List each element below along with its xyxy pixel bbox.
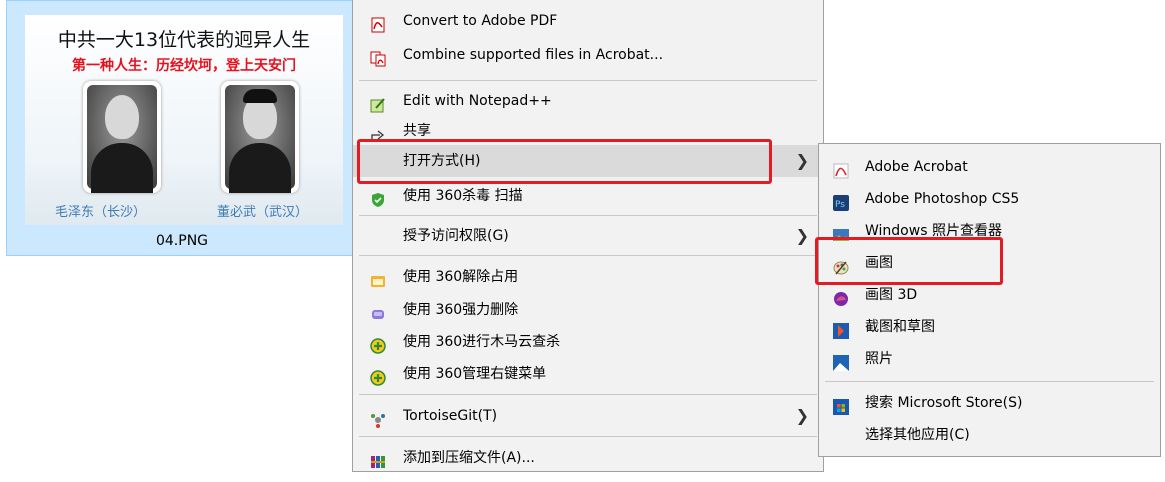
thumbnail-title: 中共一大13位代表的迥异人生 bbox=[57, 29, 311, 51]
menu-item-label: Edit with Notepad++ bbox=[403, 93, 552, 109]
submenu-item-photos[interactable]: 照片 bbox=[819, 343, 1160, 375]
thumbnail-subtitle: 第一种人生：历经坎坷，登上天安门 bbox=[72, 58, 296, 74]
svg-text:Ps: Ps bbox=[835, 200, 845, 210]
paint-3d-icon bbox=[833, 287, 849, 306]
portrait-left bbox=[83, 81, 161, 193]
menu-item-edit-notepad[interactable]: Edit with Notepad++ bbox=[353, 85, 823, 117]
menu-item-label: 使用 360管理右键菜单 bbox=[403, 366, 547, 382]
menu-item-convert-to-pdf[interactable]: Convert to Adobe PDF bbox=[353, 5, 823, 37]
thumbnail-caption-left: 毛泽东（长沙） bbox=[55, 205, 147, 220]
submenu-item-choose-other-app[interactable]: 选择其他应用(C) bbox=[819, 419, 1160, 451]
360-antivirus-icon bbox=[370, 188, 386, 207]
thumbnail-caption-right: 董必武（武汉） bbox=[217, 205, 309, 220]
photos-icon bbox=[833, 351, 849, 371]
menu-item-label: 使用 360强力删除 bbox=[403, 302, 519, 318]
submenu-item-label: 截图和草图 bbox=[865, 319, 935, 335]
chevron-right-icon: ❯ bbox=[795, 226, 809, 245]
menu-item-label: TortoiseGit(T) bbox=[403, 408, 498, 424]
menu-item-label: 使用 360进行木马云查杀 bbox=[403, 334, 561, 350]
file-item-04-png[interactable]: 中共一大13位代表的迥异人生 第一种人生：历经坎坷，登上天安门 毛泽东（长沙） … bbox=[6, 0, 358, 256]
menu-item-tortoisegit[interactable]: TortoiseGit(T) ❯ bbox=[353, 400, 823, 432]
menu-item-add-to-archive[interactable]: 添加到压缩文件(A)... bbox=[353, 442, 823, 474]
submenu-item-adobe-acrobat[interactable]: Adobe Acrobat bbox=[819, 151, 1160, 183]
menu-separator bbox=[359, 436, 817, 437]
submenu-separator bbox=[825, 381, 1154, 382]
menu-item-360-delete[interactable]: 使用 360强力删除 bbox=[353, 294, 823, 326]
adobe-pdf-icon bbox=[370, 13, 386, 33]
menu-item-label: 授予访问权限(G) bbox=[403, 228, 509, 244]
highlight-open-with bbox=[357, 139, 772, 184]
share-icon bbox=[370, 123, 386, 141]
360-trojan-scan-icon bbox=[370, 334, 386, 354]
winrar-icon bbox=[370, 450, 386, 468]
menu-separator bbox=[359, 215, 817, 216]
chevron-right-icon: ❯ bbox=[795, 406, 809, 425]
menu-item-label: Convert to Adobe PDF bbox=[403, 13, 558, 29]
notepad-plus-plus-icon bbox=[370, 93, 386, 113]
open-with-submenu: Adobe Acrobat Ps Adobe Photoshop CS5 Win… bbox=[818, 143, 1161, 457]
portrait-right bbox=[221, 81, 299, 193]
menu-item-label: 使用 360杀毒 扫描 bbox=[403, 188, 523, 204]
photoshop-icon: Ps bbox=[833, 191, 849, 211]
submenu-item-label: 搜索 Microsoft Store(S) bbox=[865, 395, 1023, 411]
context-menu: Convert to Adobe PDF Combine supported f… bbox=[352, 0, 824, 472]
submenu-item-microsoft-store[interactable]: 搜索 Microsoft Store(S) bbox=[819, 387, 1160, 419]
chevron-right-icon: ❯ bbox=[795, 151, 809, 170]
menu-separator bbox=[359, 255, 817, 256]
file-thumbnail: 中共一大13位代表的迥异人生 第一种人生：历经坎坷，登上天安门 毛泽东（长沙） … bbox=[25, 15, 343, 225]
360-delete-icon bbox=[370, 302, 386, 319]
file-name: 04.PNG bbox=[155, 233, 209, 249]
menu-separator bbox=[359, 80, 817, 81]
acrobat-combine-icon bbox=[370, 47, 386, 67]
menu-item-label: 使用 360解除占用 bbox=[403, 269, 519, 285]
submenu-item-snip-sketch[interactable]: 截图和草图 bbox=[819, 311, 1160, 343]
menu-item-360-trojan-scan[interactable]: 使用 360进行木马云查杀 bbox=[353, 326, 823, 358]
tortoisegit-icon bbox=[370, 408, 386, 428]
menu-separator bbox=[359, 394, 817, 395]
menu-item-grant-access[interactable]: 授予访问权限(G) ❯ bbox=[353, 220, 823, 252]
microsoft-store-icon bbox=[833, 395, 849, 415]
menu-item-360-scan[interactable]: 使用 360杀毒 扫描 bbox=[353, 180, 823, 212]
submenu-item-label: Adobe Photoshop CS5 bbox=[865, 191, 1020, 207]
menu-item-label: 添加到压缩文件(A)... bbox=[403, 450, 535, 466]
360-menu-manager-icon bbox=[370, 366, 386, 386]
adobe-acrobat-icon bbox=[833, 159, 849, 179]
snip-sketch-icon bbox=[833, 319, 849, 339]
submenu-item-label: 照片 bbox=[865, 351, 893, 367]
menu-item-combine-in-acrobat[interactable]: Combine supported files in Acrobat... bbox=[353, 39, 823, 71]
menu-item-label: Combine supported files in Acrobat... bbox=[403, 47, 664, 63]
submenu-item-photoshop[interactable]: Ps Adobe Photoshop CS5 bbox=[819, 183, 1160, 215]
menu-item-360-unlock[interactable]: 使用 360解除占用 bbox=[353, 261, 823, 293]
360-unlock-icon bbox=[370, 269, 386, 287]
highlight-paint bbox=[815, 237, 1003, 285]
submenu-item-label: 选择其他应用(C) bbox=[865, 427, 970, 443]
menu-item-360-menu-manager[interactable]: 使用 360管理右键菜单 bbox=[353, 358, 823, 390]
submenu-item-label: Adobe Acrobat bbox=[865, 159, 968, 175]
